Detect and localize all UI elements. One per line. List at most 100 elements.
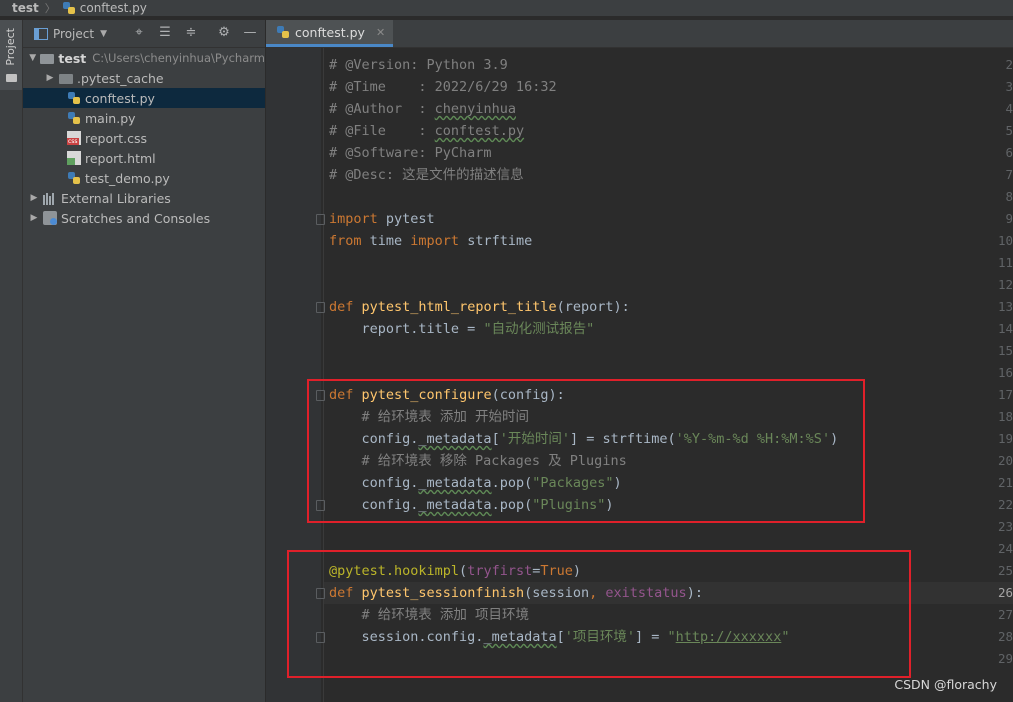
code-line[interactable]: def pytest_html_report_title(report):: [329, 296, 630, 318]
tree-item-report-html[interactable]: report.html: [23, 148, 265, 168]
tree-item-path: C:\Users\chenyinhua\Pycharm: [92, 51, 265, 65]
line-number: 29: [997, 651, 1013, 666]
breadcrumb-file[interactable]: conftest.py: [62, 1, 147, 15]
line-number: 3: [1005, 79, 1013, 94]
folder-icon: [59, 74, 73, 84]
code-line[interactable]: # @Software: PyCharm: [329, 142, 492, 164]
crosshair-icon[interactable]: ⌖: [131, 25, 147, 41]
chevron-right-icon[interactable]: ▶: [29, 213, 39, 223]
html-file-icon: [67, 151, 81, 165]
line-number: 13: [997, 299, 1013, 314]
tree-item-external-libraries[interactable]: ▶ External Libraries: [23, 188, 265, 208]
highlight-box-configure: [307, 379, 865, 523]
folder-icon: [40, 54, 55, 64]
line-number: 14: [997, 321, 1013, 336]
line-number: 23: [997, 519, 1013, 534]
tree-item-report-css[interactable]: css report.css: [23, 128, 265, 148]
collapse-all-icon[interactable]: ☰: [157, 25, 173, 41]
code-line[interactable]: import pytest: [329, 208, 435, 230]
tree-item-test[interactable]: ▼ test C:\Users\chenyinhua\Pycharm: [23, 48, 265, 68]
tree-item-label: main.py: [85, 110, 136, 126]
line-number: 25: [997, 563, 1013, 578]
tree-item-label: report.html: [85, 150, 156, 166]
fold-marker-icon[interactable]: [316, 302, 325, 313]
fold-marker-icon[interactable]: [316, 214, 325, 225]
tab-label: conftest.py: [295, 24, 365, 40]
hide-icon[interactable]: —: [242, 25, 258, 41]
line-number: 28: [997, 629, 1013, 644]
tree-item-label: conftest.py: [85, 90, 155, 106]
breadcrumb-separator-icon: 〉: [44, 2, 56, 15]
code-line[interactable]: # @Author : chenyinhua: [329, 98, 516, 120]
line-number: 4: [1005, 101, 1013, 116]
breadcrumb-file-label: conftest.py: [79, 1, 147, 15]
chevron-down-icon[interactable]: ▼: [29, 53, 36, 63]
python-file-icon: [67, 111, 81, 125]
line-number: 27: [997, 607, 1013, 622]
python-file-icon: [62, 1, 76, 15]
project-panel: Project ▼ ⌖ ☰ ≑ ⚙ — ▼ test C:\Users\chen…: [23, 20, 265, 702]
tree-item-label: report.css: [85, 130, 148, 146]
expand-all-icon[interactable]: ≑: [183, 25, 199, 41]
code-line[interactable]: # @File : conftest.py: [329, 120, 524, 142]
tree-item-main[interactable]: main.py: [23, 108, 265, 128]
project-tool-label: Project: [4, 28, 17, 66]
code-line[interactable]: # @Time : 2022/6/29 16:32: [329, 76, 557, 98]
code-editor[interactable]: 2 3 4 5 6 7 8 9 10 11 12 13 14 15 16 17 18 19 20 21 22 23 24 25…: [266, 48, 1013, 702]
tree-item-conftest[interactable]: conftest.py: [23, 88, 265, 108]
library-icon: [43, 191, 57, 205]
line-number: 22: [997, 497, 1013, 512]
code-line[interactable]: report.title = "自动化测试报告": [329, 318, 595, 340]
line-number: 10: [997, 233, 1013, 248]
tree-item-label: Scratches and Consoles: [61, 210, 211, 226]
line-number: 9: [1005, 211, 1013, 226]
highlight-box-sessionfinish: [287, 550, 911, 678]
line-number: 21: [997, 475, 1013, 490]
line-number: 18: [997, 409, 1013, 424]
folder-icon: [6, 74, 17, 82]
line-number: 26: [997, 585, 1013, 600]
editor-tab-bar: conftest.py ✕: [266, 20, 1013, 48]
line-number: 5: [1005, 123, 1013, 138]
tree-item-pytest-cache[interactable]: ▶ .pytest_cache: [23, 68, 265, 88]
chevron-down-icon[interactable]: ▼: [100, 29, 107, 39]
line-number: 15: [997, 343, 1013, 358]
close-icon[interactable]: ✕: [376, 26, 385, 39]
project-view-icon: [34, 27, 48, 40]
python-file-icon: [67, 171, 81, 185]
project-panel-header: Project ▼ ⌖ ☰ ≑ ⚙ —: [23, 20, 265, 48]
line-number: 8: [1005, 189, 1013, 204]
line-number: 17: [997, 387, 1013, 402]
chevron-right-icon[interactable]: ▶: [29, 193, 39, 203]
tree-item-label: .pytest_cache: [77, 70, 164, 86]
line-number: 12: [997, 277, 1013, 292]
python-file-icon: [276, 25, 290, 39]
tree-item-label: test: [58, 50, 87, 66]
tree-item-label: External Libraries: [61, 190, 171, 206]
watermark: CSDN @florachy: [894, 677, 997, 692]
tree-item-label: test_demo.py: [85, 170, 170, 186]
line-number: 20: [997, 453, 1013, 468]
tab-conftest[interactable]: conftest.py ✕: [266, 20, 394, 47]
code-line[interactable]: # @Desc: 这是文件的描述信息: [329, 164, 524, 186]
line-number: 24: [997, 541, 1013, 556]
tree-item-scratches[interactable]: ▶ Scratches and Consoles: [23, 208, 265, 228]
project-tool-window-button[interactable]: Project: [0, 20, 22, 90]
css-file-icon: css: [67, 131, 81, 145]
code-line[interactable]: from time import strftime: [329, 230, 532, 252]
tool-window-strip: Project: [0, 20, 23, 702]
line-number: 16: [997, 365, 1013, 380]
project-view-selector[interactable]: Project: [53, 27, 94, 41]
navigation-bar: test 〉 conftest.py: [0, 0, 1013, 16]
gear-icon[interactable]: ⚙: [216, 25, 232, 41]
scratch-icon: [43, 211, 57, 225]
line-number: 19: [997, 431, 1013, 446]
line-number: 7: [1005, 167, 1013, 182]
line-number: 11: [997, 255, 1013, 270]
breadcrumb-project[interactable]: test: [12, 1, 39, 15]
tree-item-test-demo[interactable]: test_demo.py: [23, 168, 265, 188]
code-line[interactable]: # @Version: Python 3.9: [329, 54, 508, 76]
chevron-right-icon[interactable]: ▶: [45, 73, 55, 83]
python-file-icon: [67, 91, 81, 105]
line-number: 2: [1005, 57, 1013, 72]
